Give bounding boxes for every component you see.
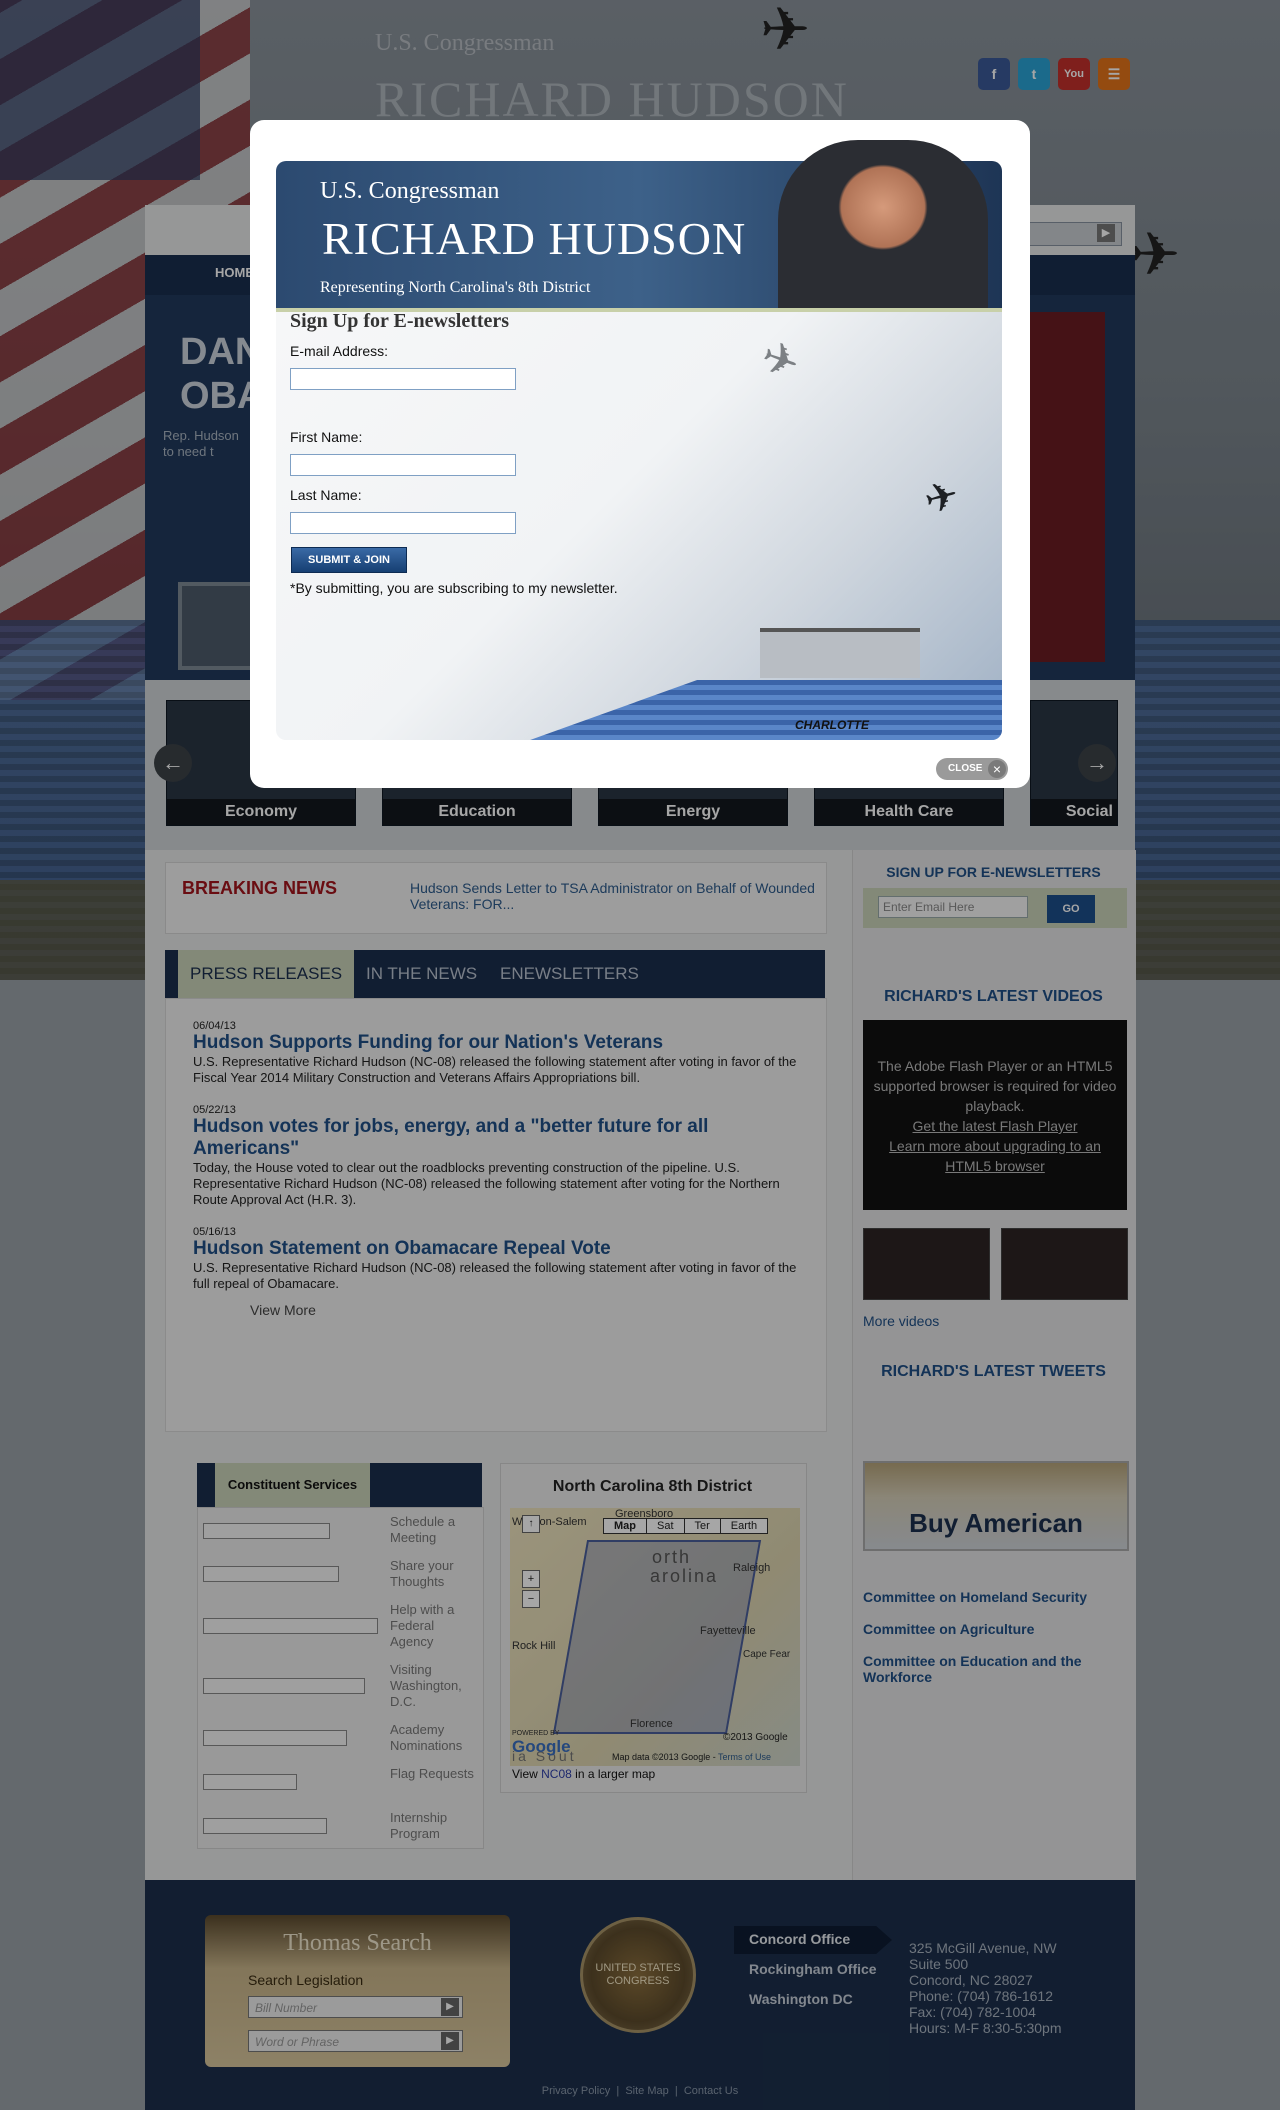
email-field[interactable] [290,368,516,390]
first-name-field[interactable] [290,454,516,476]
last-name-label: Last Name: [290,487,362,503]
first-name-label: First Name: [290,429,363,445]
congressman-photo [778,140,988,308]
close-icon[interactable]: × [988,760,1006,778]
modal-subtitle: U.S. Congressman [320,178,500,204]
grandstand-image [760,628,920,678]
subscription-note: *By submitting, you are subscribing to m… [290,580,618,596]
last-name-field[interactable] [290,512,516,534]
email-label: E-mail Address: [290,343,389,359]
submit-join-button[interactable]: SUBMIT & JOIN [291,547,407,573]
modal-tagline: Representing North Carolina's 8th Distri… [320,279,591,296]
modal-name: RICHARD HUDSON [322,213,747,264]
modal-heading: Sign Up for E-newsletters [290,310,510,332]
stadium-sign: CHARLOTTE [795,718,869,732]
